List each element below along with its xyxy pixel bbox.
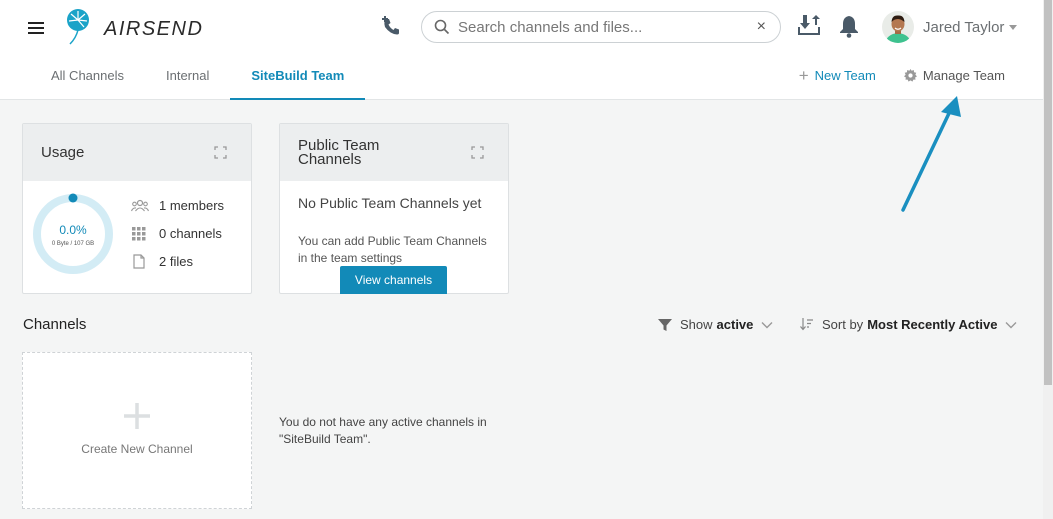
dandelion-logo-icon bbox=[67, 9, 89, 45]
sort-dropdown[interactable]: Sort by Most Recently Active bbox=[800, 317, 1017, 332]
usage-percent: 0.0% bbox=[59, 223, 87, 237]
empty-public-title: No Public Team Channels yet bbox=[298, 195, 482, 211]
user-name: Jared Taylor bbox=[923, 18, 1005, 36]
hamburger-menu-icon[interactable] bbox=[28, 19, 44, 35]
usage-card: Usage 0.0% 0 Byte / 107 GB 1 members 0 c… bbox=[22, 123, 252, 294]
empty-channels-message: You do not have any active channels in "… bbox=[279, 415, 487, 446]
user-avatar bbox=[882, 11, 914, 43]
search-input[interactable] bbox=[458, 18, 757, 36]
tab-all-channels[interactable]: All Channels bbox=[30, 55, 145, 100]
user-menu[interactable]: Jared Taylor bbox=[882, 11, 1018, 43]
members-stat: 1 members bbox=[131, 198, 224, 213]
members-count: 1 members bbox=[159, 198, 225, 213]
plus-icon: + bbox=[798, 66, 809, 85]
chevron-down-icon bbox=[761, 321, 773, 328]
sort-icon bbox=[800, 318, 813, 331]
filter-prefix: Show bbox=[680, 317, 713, 332]
manage-team-button[interactable]: Manage Team bbox=[903, 68, 1005, 83]
expand-icon[interactable] bbox=[471, 146, 484, 159]
notification-bell-icon[interactable] bbox=[838, 14, 860, 38]
file-icon bbox=[133, 254, 145, 269]
usage-storage: 0 Byte / 107 GB bbox=[51, 241, 95, 247]
public-channels-title: Public Team Channels bbox=[298, 137, 380, 168]
scrollbar-thumb[interactable] bbox=[1044, 0, 1052, 385]
sort-value: Most Recently Active bbox=[867, 317, 998, 332]
top-bar: AIRSEND × Jared bbox=[0, 0, 1043, 100]
members-icon bbox=[131, 199, 149, 211]
filter-value: active bbox=[716, 317, 754, 332]
grid-icon bbox=[132, 226, 146, 240]
page-scrollbar[interactable] bbox=[1043, 0, 1053, 519]
download-icon[interactable] bbox=[797, 13, 821, 39]
sort-prefix: Sort by bbox=[822, 317, 864, 332]
team-actions: + New Team Manage Team bbox=[798, 66, 1005, 85]
channels-stat: 0 channels bbox=[131, 226, 222, 241]
public-channels-card: Public Team Channels No Public Team Chan… bbox=[279, 123, 509, 294]
public-channels-header: Public Team Channels bbox=[280, 124, 508, 181]
search-box[interactable]: × bbox=[421, 11, 781, 43]
usage-card-header: Usage bbox=[23, 124, 251, 181]
gear-icon bbox=[903, 69, 917, 82]
expand-icon[interactable] bbox=[214, 146, 227, 159]
team-tabs: All Channels Internal SiteBuild Team bbox=[30, 55, 366, 100]
plus-icon bbox=[124, 403, 150, 429]
logo-text: AIRSEND bbox=[104, 17, 204, 40]
channels-heading: Channels bbox=[23, 316, 87, 333]
new-team-button[interactable]: + New Team bbox=[798, 66, 876, 85]
filter-icon bbox=[658, 318, 672, 331]
files-stat: 2 files bbox=[131, 254, 193, 269]
create-channel-label: Create New Channel bbox=[81, 442, 193, 456]
channels-count: 0 channels bbox=[159, 226, 222, 241]
usage-title: Usage bbox=[41, 144, 85, 161]
empty-public-subtitle: You can add Public Team Channels in the … bbox=[298, 234, 487, 265]
create-new-channel-card[interactable]: Create New Channel bbox=[22, 352, 252, 509]
chevron-down-icon bbox=[1009, 24, 1018, 30]
tab-internal[interactable]: Internal bbox=[145, 55, 230, 100]
chevron-down-icon bbox=[1005, 321, 1017, 328]
show-filter-dropdown[interactable]: Show active bbox=[658, 317, 773, 332]
add-call-icon[interactable] bbox=[380, 15, 404, 39]
manage-team-label: Manage Team bbox=[922, 68, 1005, 83]
search-icon bbox=[434, 19, 450, 35]
app-logo[interactable]: AIRSEND bbox=[64, 8, 203, 46]
tab-sitebuild-team[interactable]: SiteBuild Team bbox=[230, 55, 366, 100]
view-channels-button[interactable]: View channels bbox=[340, 266, 447, 294]
new-team-label: New Team bbox=[814, 68, 876, 83]
files-count: 2 files bbox=[159, 254, 193, 269]
clear-search-icon[interactable]: × bbox=[757, 18, 766, 36]
